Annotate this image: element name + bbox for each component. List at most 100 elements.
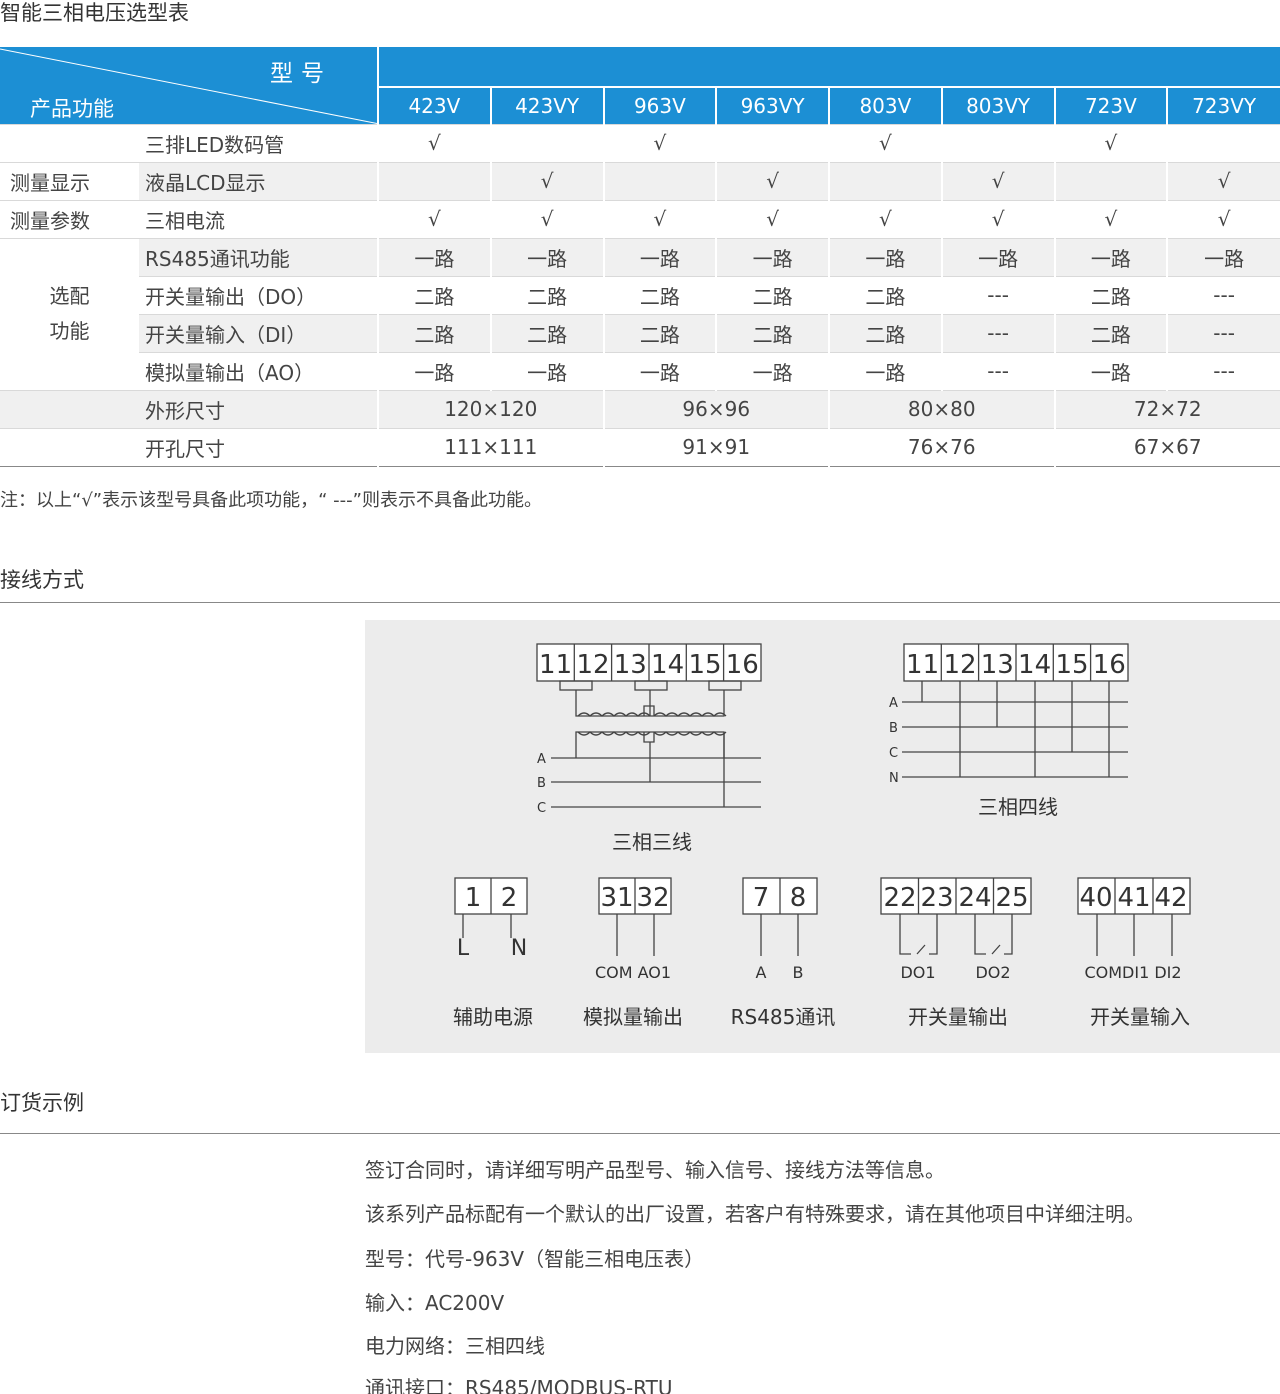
feature-cell: 一路 (828, 351, 942, 390)
table-row: 模拟量输出（AO） 一路 一路 一路 一路 一路 --- 一路 --- (0, 351, 1280, 390)
feature-cell: 一路 (828, 237, 942, 276)
size-label: 外形尺寸 (139, 389, 378, 428)
feature-cell: 一路 (1166, 237, 1280, 276)
feature-cell: 二路 (489, 313, 604, 352)
feature-cell: √ (602, 123, 717, 162)
feature-cell: 一路 (377, 351, 491, 390)
terminal-label: 41 (1117, 883, 1150, 913)
wiring-diagrams: 11 12 13 14 15 16 A B C 三相三线 11 12 13 14… (453, 643, 1191, 1029)
function-label: 模拟量输出（AO） (139, 351, 378, 390)
order-line: 该系列产品标配有一个默认的出厂设置，若客户有特殊要求，请在其他项目中详细注明。 (365, 1202, 1145, 1226)
function-label: 开关量输出（DO） (139, 275, 378, 314)
switch-out-diagram: 22 23 24 25 DO1 DO2 开关量输出 (880, 877, 1032, 1029)
model-header: 963VY (715, 86, 829, 124)
rs485-caption: RS485通讯 (731, 1005, 836, 1029)
feature-cell: 一路 (1053, 351, 1168, 390)
order-line: 型号：代号-963V（智能三相电压表） (365, 1247, 705, 1271)
feature-cell: √ (1166, 161, 1280, 200)
feature-cell (940, 123, 1055, 162)
wire-labels: COMDI1 DI2 (1084, 963, 1181, 982)
terminal-label: 11 (906, 650, 939, 680)
terminal-label: 8 (790, 883, 807, 913)
rs485-diagram: 7 8 A B RS485通讯 (731, 877, 836, 1029)
table-row: 测量参数 三相电流 √ √ √ √ √ √ √ √ (0, 199, 1280, 238)
feature-cell: 一路 (1053, 237, 1168, 276)
group-label-line1: 选配 (49, 284, 90, 308)
size-value: 91×91 (602, 427, 829, 467)
feature-cell: √ (828, 123, 942, 162)
group-cell-options: 选配 功能 (0, 237, 139, 390)
feature-cell: 一路 (489, 351, 604, 390)
feature-cell: 二路 (1053, 313, 1168, 352)
terminal-label: 1 (465, 883, 482, 913)
function-label: 三排LED数码管 (139, 123, 378, 162)
function-label: 液晶LCD显示 (139, 161, 378, 200)
group-label-line2: 功能 (49, 319, 90, 343)
terminal-label: 42 (1154, 883, 1187, 913)
feature-cell: 一路 (377, 237, 491, 276)
size-value: 72×72 (1053, 389, 1280, 428)
terminal-label: 31 (600, 883, 633, 913)
size-value: 67×67 (1053, 427, 1280, 467)
phase-label: A (537, 752, 546, 767)
divider (0, 1133, 1280, 1134)
feature-cell: 二路 (1053, 275, 1168, 314)
size-value: 76×76 (828, 427, 1055, 467)
feature-cell: 一路 (715, 351, 829, 390)
function-label: 三相电流 (139, 199, 378, 238)
terminal-label: 23 (920, 883, 953, 913)
size-value: 80×80 (828, 389, 1055, 428)
table-row-size: 外形尺寸 120×120 96×96 80×80 72×72 (0, 389, 1280, 428)
group-cell: 测量显示 (0, 161, 139, 200)
four-wire-diagram: 11 12 13 14 15 16 A B C N 三相四线 (889, 643, 1129, 819)
feature-cell: √ (715, 161, 829, 200)
table-row: 开关量输出（DO） 二路 二路 二路 二路 二路 --- 二路 --- (0, 275, 1280, 314)
selection-title: 智能三相电压选型表 (0, 1, 189, 25)
order-line: 输入：AC200V (365, 1291, 505, 1315)
order-line: 通讯接口：RS485/MODBUS-RTU (365, 1376, 673, 1394)
terminal-label: 16 (1093, 650, 1126, 680)
feature-cell: 二路 (828, 275, 942, 314)
terminal-label: 22 (883, 883, 916, 913)
feature-cell: 二路 (602, 275, 717, 314)
feature-cell: √ (377, 199, 491, 238)
feature-cell: √ (602, 199, 717, 238)
feature-cell: √ (489, 199, 604, 238)
feature-cell: --- (940, 275, 1055, 314)
wire-label: DO1 (900, 963, 935, 982)
terminal-label: 24 (958, 883, 991, 913)
table-row: 选配 功能 RS485通讯功能 一路 一路 一路 一路 一路 一路 一路 一路 (0, 237, 1280, 390)
model-header: 723VY (1166, 86, 1280, 124)
model-header: 803V (828, 86, 942, 124)
header-function-label: 产品功能 (30, 97, 114, 121)
feature-cell (489, 123, 604, 162)
group-cell (0, 389, 139, 428)
phase-label: N (889, 771, 899, 786)
feature-cell: 二路 (715, 313, 829, 352)
three-wire-caption: 三相三线 (612, 830, 692, 854)
feature-cell: 二路 (828, 313, 942, 352)
feature-cell: √ (1053, 123, 1168, 162)
terminal-label: 11 (539, 650, 572, 680)
terminal-label: 40 (1079, 883, 1112, 913)
model-header: 723V (1053, 86, 1168, 124)
feature-cell: --- (940, 313, 1055, 352)
table-row-size: 开孔尺寸 111×111 91×91 76×76 67×67 (0, 427, 1280, 467)
table-note: 注：以上“√”表示该型号具备此项功能，“ ---”则表示不具备此功能。 (0, 490, 542, 511)
feature-cell: 二路 (377, 275, 491, 314)
terminal-label: 12 (943, 650, 976, 680)
order-line: 电力网络：三相四线 (365, 1334, 545, 1358)
selection-table: 型号 产品功能 423V 423VY 963V 963VY 803V 803VY… (0, 47, 1280, 467)
terminal-label: 14 (651, 650, 684, 680)
size-value: 96×96 (602, 389, 829, 428)
feature-cell: --- (1166, 351, 1280, 390)
phase-label: B (537, 776, 546, 791)
feature-cell: √ (377, 123, 491, 162)
size-value: 120×120 (377, 389, 604, 428)
feature-cell: 一路 (602, 237, 717, 276)
wiring-panel: 11 12 13 14 15 16 A B C 三相三线 11 12 13 14… (365, 620, 1280, 1053)
feature-cell: --- (1166, 275, 1280, 314)
model-header: 803VY (940, 86, 1055, 124)
function-label: RS485通讯功能 (139, 237, 378, 276)
terminal-label: 15 (1055, 650, 1088, 680)
